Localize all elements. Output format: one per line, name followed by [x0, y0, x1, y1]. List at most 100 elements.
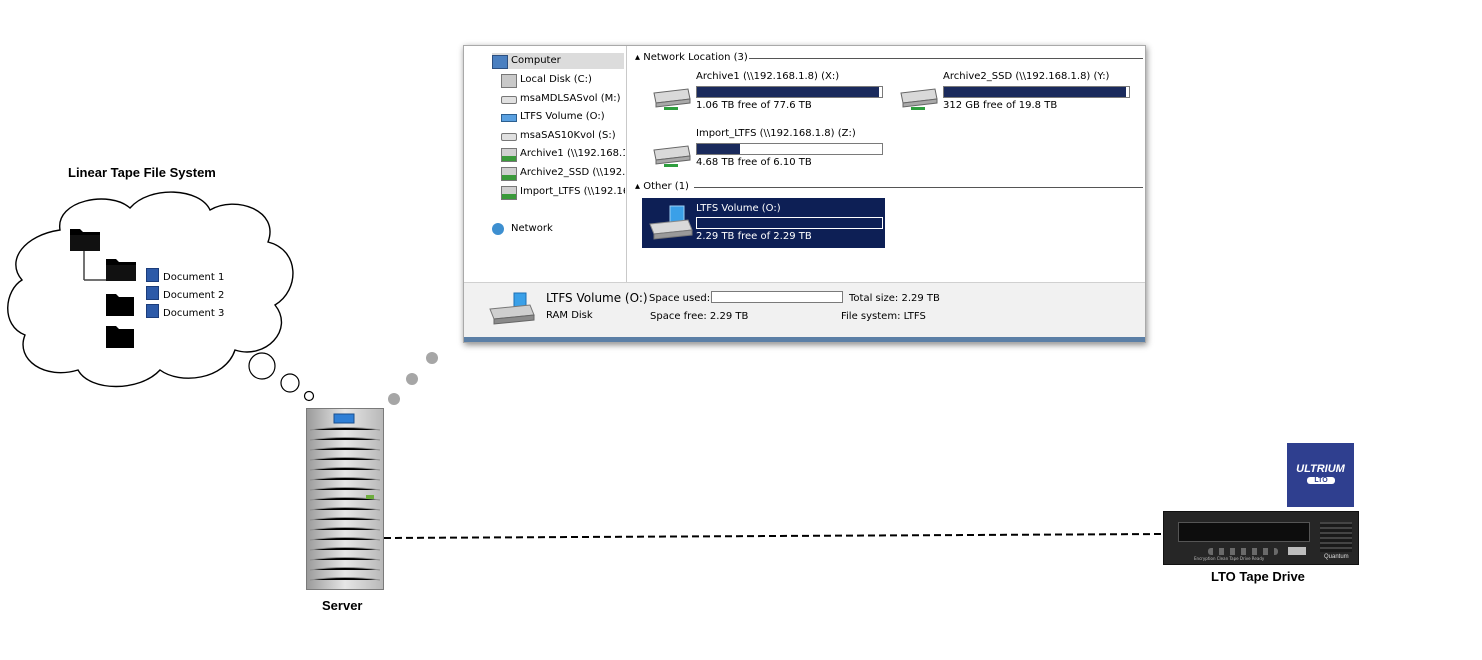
drive-tile-import-ltfs[interactable]: Import_LTFS (\\192.168.1.8) (Z:) 4.68 TB…: [642, 128, 887, 178]
folder-icon: [106, 259, 136, 281]
group-divider: [694, 187, 1143, 188]
server-icon: [306, 408, 384, 590]
drive-free-space: 312 GB free of 19.8 TB: [943, 100, 1058, 111]
word-document-icon: [146, 268, 159, 282]
network-icon: [492, 223, 504, 235]
document-name: Document 3: [163, 308, 225, 319]
details-file-system: File system: LTFS: [841, 311, 926, 322]
nav-label: Network: [511, 223, 553, 234]
word-document-icon: [146, 286, 159, 300]
word-document-icon: [146, 304, 159, 318]
document-name: Document 2: [163, 290, 225, 301]
ltfs-drive-icon: [489, 292, 535, 325]
connection-line: [384, 533, 1164, 539]
details-space-used-bar: [711, 291, 843, 303]
group-label: Network Location (3): [643, 52, 748, 63]
folder-icon: [70, 229, 100, 251]
ultrium-badge: ULTRIUM LTO: [1287, 443, 1354, 507]
drive-usage-bar: [696, 143, 883, 155]
thought-bubble: [303, 390, 315, 402]
drive-usage-bar: [696, 217, 883, 229]
nav-label: LTFS Volume (O:): [520, 111, 605, 122]
collapse-arrow-icon: ▴: [635, 181, 641, 192]
drive-free-space: 4.68 TB free of 6.10 TB: [696, 157, 812, 168]
nav-item-computer[interactable]: Computer: [492, 53, 624, 69]
details-pane: LTFS Volume (O:) RAM Disk Space used: To…: [464, 282, 1145, 339]
details-space-free: Space free: 2.29 TB: [650, 311, 749, 322]
details-total-size: Total size: 2.29 TB: [849, 293, 940, 304]
lto-drive-label: LTO Tape Drive: [1211, 569, 1305, 584]
details-volume-name: LTFS Volume (O:): [546, 291, 648, 305]
nav-label: msaSAS10Kvol (S:): [520, 130, 616, 141]
nav-item-ltfs-volume[interactable]: LTFS Volume (O:): [501, 109, 625, 125]
nav-label: Local Disk (C:): [520, 74, 592, 85]
document-item: Document 3: [146, 304, 225, 319]
nav-label: Import_LTFS (\\192.16: [520, 186, 625, 197]
ultrium-text: ULTRIUM: [1296, 463, 1345, 475]
indicator-label: Encryption Clean Tape Drive Ready: [1194, 556, 1265, 561]
drive-usage-fill: [944, 87, 1127, 97]
drive-tile-ltfs-volume[interactable]: LTFS Volume (O:) 2.29 TB free of 2.29 TB: [642, 198, 885, 248]
drive-name: Import_LTFS (\\192.168.1.8) (Z:): [696, 128, 856, 139]
network-drive-icon: [501, 186, 517, 200]
document-item: Document 1: [146, 268, 225, 283]
document-item: Document 2: [146, 286, 225, 301]
nav-item-archive1[interactable]: Archive1 (\\192.168.1: [501, 146, 625, 162]
tape-slot: [1178, 522, 1310, 542]
group-header-other[interactable]: ▴ Other (1): [635, 180, 689, 194]
collapse-arrow-icon: ▴: [635, 52, 641, 63]
group-header-network-location[interactable]: ▴ Network Location (3): [635, 51, 748, 65]
group-divider: [749, 58, 1143, 59]
server-label: Server: [322, 598, 363, 613]
window-bottom-border: [464, 337, 1145, 342]
network-drive-icon: [501, 167, 517, 181]
drive-usage-fill: [697, 144, 741, 154]
thought-bubble: [280, 373, 300, 393]
folder-icon: [106, 294, 134, 316]
nav-label: Archive2_SSD (\\192.1: [520, 167, 625, 178]
nav-item-msamdlsasvol[interactable]: msaMDLSASvol (M:): [501, 91, 625, 107]
indicator-lights: [1208, 548, 1278, 555]
drive-free-space: 2.29 TB free of 2.29 TB: [696, 231, 812, 242]
network-drive-icon: [501, 148, 517, 162]
drive-usage-fill: [697, 87, 880, 97]
drive-tile-archive2-ssd[interactable]: Archive2_SSD (\\192.168.1.8) (Y:) 312 GB…: [889, 71, 1134, 121]
group-label: Other (1): [643, 181, 689, 192]
network-drive-icon: [900, 88, 938, 110]
folder-tree: [70, 229, 136, 348]
details-volume-type: RAM Disk: [546, 310, 593, 321]
nav-label: Archive1 (\\192.168.1: [520, 148, 625, 159]
details-space-used-label: Space used:: [649, 293, 711, 304]
computer-icon: [492, 55, 508, 69]
nav-item-msasas10kvol[interactable]: msaSAS10Kvol (S:): [501, 128, 625, 144]
drive-icon: [501, 133, 517, 141]
quantum-logo: Quantum: [1324, 554, 1349, 560]
thought-dots: [388, 352, 438, 405]
drive-usage-bar: [696, 86, 883, 98]
network-drive-icon: [653, 88, 691, 110]
nav-item-archive2-ssd[interactable]: Archive2_SSD (\\192.1: [501, 165, 625, 181]
ltfs-drive-icon: [649, 205, 693, 240]
local-disk-icon: [501, 74, 517, 88]
drive-icon: [501, 96, 517, 104]
drive-usage-bar: [943, 86, 1130, 98]
ltfs-drive-icon: [501, 114, 517, 122]
drive-tile-archive1[interactable]: Archive1 (\\192.168.1.8) (X:) 1.06 TB fr…: [642, 71, 887, 121]
lto-text: LTO: [1307, 477, 1335, 484]
ltfs-title: Linear Tape File System: [68, 165, 216, 180]
network-drive-icon: [653, 145, 691, 167]
nav-item-import-ltfs[interactable]: Import_LTFS (\\192.16: [501, 184, 625, 200]
vent-grille: [1320, 522, 1352, 552]
eject-button: [1288, 547, 1306, 555]
thought-bubble: [248, 352, 276, 380]
drive-name: Archive1 (\\192.168.1.8) (X:): [696, 71, 840, 82]
document-name: Document 1: [163, 272, 225, 283]
drive-free-space: 1.06 TB free of 77.6 TB: [696, 100, 812, 111]
nav-label: msaMDLSASvol (M:): [520, 93, 621, 104]
navigation-pane: Computer Local Disk (C:) msaMDLSASvol (M…: [464, 46, 627, 282]
drive-name: Archive2_SSD (\\192.168.1.8) (Y:): [943, 71, 1110, 82]
folder-icon: [106, 326, 134, 348]
nav-item-network[interactable]: Network: [492, 221, 622, 237]
nav-item-local-disk[interactable]: Local Disk (C:): [501, 72, 625, 88]
nav-label: Computer: [511, 55, 561, 66]
